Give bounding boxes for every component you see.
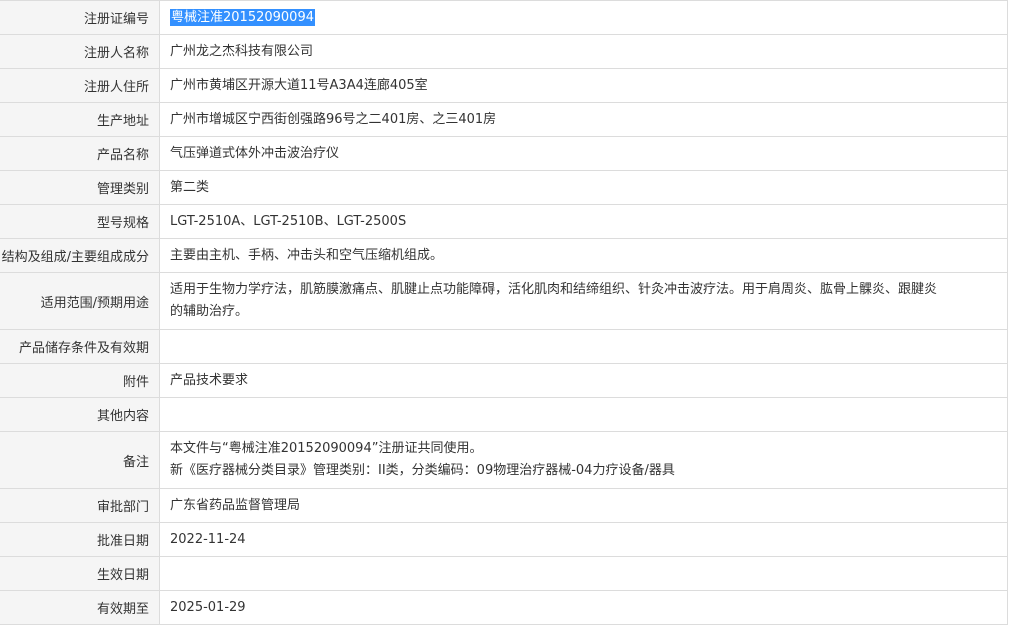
- field-label: 产品名称: [0, 136, 160, 171]
- table-row: 产品名称 气压弹道式体外冲击波治疗仪: [0, 136, 1008, 171]
- field-value: 主要由主机、手柄、冲击头和空气压缩机组成。: [159, 238, 1008, 273]
- field-label: 结构及组成/主要组成成分: [0, 238, 160, 273]
- field-value: 广州市黄埔区开源大道11号A3A4连廊405室: [159, 68, 1008, 103]
- field-value: 产品技术要求: [159, 363, 1008, 398]
- field-value: 2022-11-24: [159, 522, 1008, 557]
- field-value: 广州龙之杰科技有限公司: [159, 34, 1008, 69]
- field-label: 审批部门: [0, 488, 160, 523]
- field-label: 生效日期: [0, 556, 160, 591]
- field-label: 注册证编号: [0, 0, 160, 35]
- field-value: 第二类: [159, 170, 1008, 205]
- value-line: 新《医疗器械分类目录》管理类别：II类，分类编码：09物理治疗器械-04力疗设备…: [170, 463, 675, 478]
- field-value: [159, 556, 1008, 591]
- table-row: 型号规格 LGT-2510A、LGT-2510B、LGT-2500S: [0, 204, 1008, 239]
- value-line: 本文件与“粤械注准20152090094”注册证共同使用。: [170, 441, 483, 456]
- field-label: 型号规格: [0, 204, 160, 239]
- field-value: [159, 329, 1008, 364]
- field-label: 生产地址: [0, 102, 160, 137]
- field-label: 备注: [0, 431, 160, 489]
- field-value: 2025-01-29: [159, 590, 1008, 625]
- table-row: 注册人住所 广州市黄埔区开源大道11号A3A4连廊405室: [0, 68, 1008, 103]
- table-row: 生产地址 广州市增城区宁西街创强路96号之二401房、之三401房: [0, 102, 1008, 137]
- field-value: 本文件与“粤械注准20152090094”注册证共同使用。 新《医疗器械分类目录…: [159, 431, 1008, 489]
- field-label: 注册人名称: [0, 34, 160, 69]
- field-label: 有效期至: [0, 590, 160, 625]
- registration-detail-table: 注册证编号 粤械注准20152090094 注册人名称 广州龙之杰科技有限公司 …: [0, 0, 1008, 625]
- table-row: 其他内容: [0, 397, 1008, 432]
- field-value: LGT-2510A、LGT-2510B、LGT-2500S: [159, 204, 1008, 239]
- table-row: 备注 本文件与“粤械注准20152090094”注册证共同使用。 新《医疗器械分…: [0, 431, 1008, 489]
- table-row: 注册人名称 广州龙之杰科技有限公司: [0, 34, 1008, 69]
- table-row: 生效日期: [0, 556, 1008, 591]
- field-label: 附件: [0, 363, 160, 398]
- table-row: 产品储存条件及有效期: [0, 329, 1008, 364]
- table-row: 审批部门 广东省药品监督管理局: [0, 488, 1008, 523]
- table-row: 批准日期 2022-11-24: [0, 522, 1008, 557]
- field-label: 适用范围/预期用途: [0, 272, 160, 330]
- table-row: 注册证编号 粤械注准20152090094: [0, 0, 1008, 35]
- field-value: 广州市增城区宁西街创强路96号之二401房、之三401房: [159, 102, 1008, 137]
- field-value: [159, 397, 1008, 432]
- value-line: 适用于生物力学疗法，肌筋膜激痛点、肌腱止点功能障碍，活化肌肉和结缔组织、针灸冲击…: [170, 282, 938, 297]
- value-line: 的辅助治疗。: [170, 304, 249, 319]
- field-label: 批准日期: [0, 522, 160, 557]
- table-row: 适用范围/预期用途 适用于生物力学疗法，肌筋膜激痛点、肌腱止点功能障碍，活化肌肉…: [0, 272, 1008, 330]
- field-value[interactable]: 粤械注准20152090094: [159, 0, 1008, 35]
- field-label: 管理类别: [0, 170, 160, 205]
- field-label: 其他内容: [0, 397, 160, 432]
- table-row: 有效期至 2025-01-29: [0, 590, 1008, 625]
- table-row: 附件 产品技术要求: [0, 363, 1008, 398]
- field-value: 广东省药品监督管理局: [159, 488, 1008, 523]
- field-label: 注册人住所: [0, 68, 160, 103]
- table-row: 管理类别 第二类: [0, 170, 1008, 205]
- table-row: 结构及组成/主要组成成分 主要由主机、手柄、冲击头和空气压缩机组成。: [0, 238, 1008, 273]
- field-label: 产品储存条件及有效期: [0, 329, 160, 364]
- field-value: 气压弹道式体外冲击波治疗仪: [159, 136, 1008, 171]
- selected-text[interactable]: 粤械注准20152090094: [170, 8, 315, 26]
- field-value: 适用于生物力学疗法，肌筋膜激痛点、肌腱止点功能障碍，活化肌肉和结缔组织、针灸冲击…: [159, 272, 1008, 330]
